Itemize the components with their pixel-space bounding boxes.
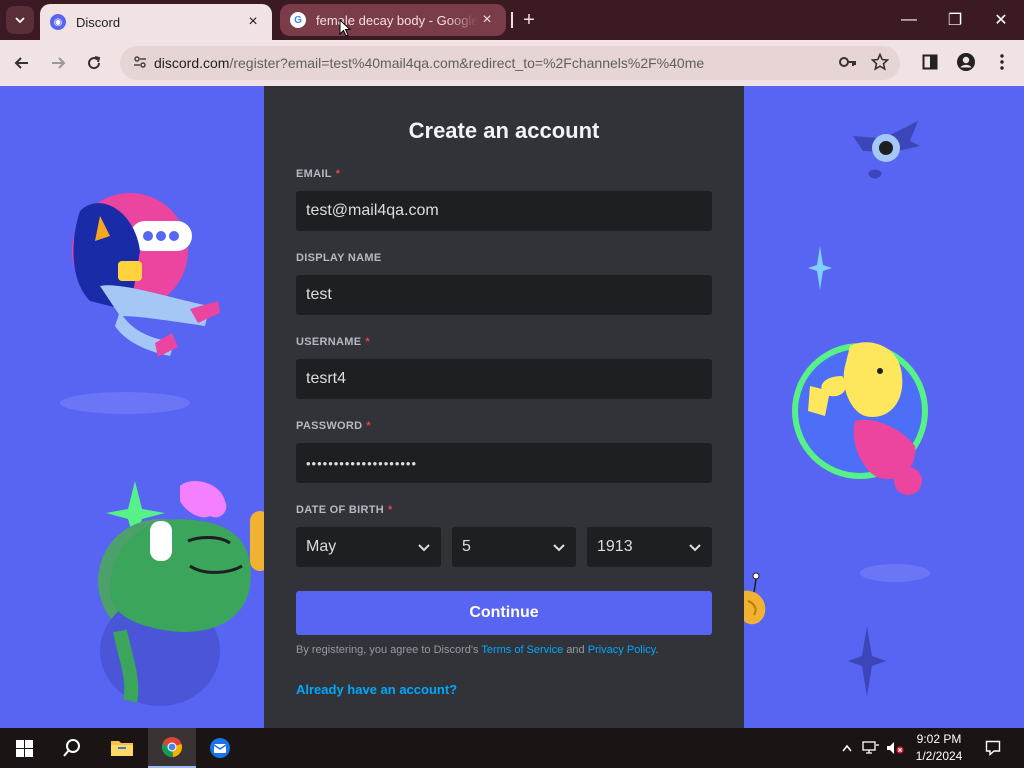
url-text[interactable]: discord.com/register?email=test%40mail4q… [154, 55, 900, 71]
close-tab-icon[interactable]: × [478, 11, 496, 29]
reload-button[interactable] [79, 48, 109, 78]
site-info-icon[interactable] [126, 54, 154, 73]
chevron-down-icon [553, 544, 565, 552]
profile-avatar-icon[interactable] [952, 48, 980, 76]
chevron-down-icon [418, 544, 430, 552]
cloud-decoration [860, 564, 930, 582]
search-icon [63, 739, 80, 757]
chevron-down-icon [689, 544, 701, 552]
discord-register-page: Create an account EMAIL * test@mail4qa.co… [0, 86, 1024, 728]
clock-time: 9:02 PM [916, 732, 962, 746]
browser-toolbar: discord.com/register?email=test%40mail4q… [0, 40, 1024, 86]
email-label-text: EMAIL [296, 168, 332, 180]
url-path: /register?email=test%40mail4qa.com&redir… [229, 55, 705, 71]
dob-month-value: May [306, 538, 337, 555]
privacy-policy-link[interactable]: Privacy Policy [588, 644, 656, 656]
terms-and: and [566, 644, 585, 656]
page-title: Create an account [408, 118, 600, 143]
username-label-text: USERNAME [296, 336, 362, 348]
notification-icon [985, 740, 1001, 756]
back-arrow-icon [14, 57, 28, 69]
address-bar[interactable]: discord.com/register?email=test%40mail4q… [120, 46, 900, 80]
volume-muted-icon[interactable] [884, 728, 906, 768]
email-label: EMAIL * [296, 168, 340, 180]
forward-button[interactable] [43, 48, 73, 78]
terms-suffix: . [655, 644, 659, 656]
password-key-icon[interactable] [834, 48, 862, 76]
close-window-button[interactable]: ✕ [978, 0, 1024, 40]
dob-label: DATE OF BIRTH * [296, 504, 393, 516]
password-label-text: PASSWORD [296, 420, 363, 432]
terms-of-service-link[interactable]: Terms of Service [481, 644, 563, 656]
chrome-taskbar-button[interactable] [148, 728, 196, 768]
tab-search-button[interactable] [6, 6, 34, 34]
mouse-cursor-icon [339, 19, 351, 37]
taskbar-clock[interactable]: 9:02 PM 1/2/2024 [906, 731, 972, 765]
more-menu-icon[interactable] [988, 48, 1016, 76]
dob-day-select[interactable]: 5 [452, 527, 576, 567]
windows-taskbar: 9:02 PM 1/2/2024 [0, 728, 1024, 768]
thunderbird-icon [210, 738, 230, 758]
login-link[interactable]: Already have an account? [296, 682, 457, 697]
tab-google-search[interactable]: G female decay body - Google Search × [280, 4, 506, 36]
display-name-label: DISPLAY NAME [296, 252, 382, 264]
network-icon[interactable] [860, 728, 882, 768]
google-favicon-icon: G [290, 12, 306, 28]
required-asterisk: * [365, 336, 370, 348]
dob-label-text: DATE OF BIRTH [296, 504, 385, 516]
sparkle-icon [848, 626, 886, 696]
username-label: USERNAME * [296, 336, 370, 348]
chrome-icon [162, 737, 182, 758]
new-tab-button[interactable]: + [516, 7, 542, 33]
thunderbird-taskbar-button[interactable] [196, 728, 244, 768]
yellow-creature-illustration [792, 342, 928, 495]
file-explorer-button[interactable] [98, 728, 146, 768]
continue-button[interactable]: Continue [296, 591, 712, 635]
bookmark-star-icon[interactable] [866, 48, 894, 76]
close-tab-icon[interactable]: × [244, 13, 262, 31]
girl-with-phone-illustration [72, 193, 220, 357]
terms-prefix: By registering, you agree to Discord's [296, 644, 479, 656]
terms-text: By registering, you agree to Discord's T… [296, 644, 712, 656]
snail-creature-illustration [744, 572, 766, 625]
search-button[interactable] [48, 728, 96, 768]
reload-icon [88, 56, 101, 70]
password-label: PASSWORD * [296, 420, 371, 432]
email-field[interactable]: test@mail4qa.com [296, 191, 712, 231]
minimize-button[interactable]: — [886, 0, 932, 40]
tab-discord[interactable]: ◉ Discord × [40, 4, 272, 40]
green-creature-illustration [98, 481, 270, 706]
dob-year-select[interactable]: 1913 [587, 527, 712, 567]
display-name-field[interactable]: test [296, 275, 712, 315]
password-field[interactable]: •••••••••••••••••••• [296, 443, 712, 483]
url-host: discord.com [154, 55, 230, 71]
chevron-down-icon [15, 17, 25, 24]
required-asterisk: * [335, 168, 341, 180]
folder-icon [111, 741, 133, 756]
tray-overflow-icon[interactable] [838, 728, 856, 768]
browser-tab-bar: ◉ Discord × G female decay body - Google… [0, 0, 1024, 40]
dob-year-value: 1913 [597, 538, 633, 555]
clock-date: 1/2/2024 [915, 749, 963, 763]
bat-creature-illustration [853, 121, 920, 179]
discord-favicon-icon: ◉ [50, 14, 66, 30]
notifications-button[interactable] [976, 728, 1010, 768]
required-asterisk: * [366, 420, 371, 432]
restore-button[interactable]: ❐ [932, 0, 978, 40]
forward-arrow-icon [52, 57, 66, 69]
start-button[interactable] [0, 728, 48, 768]
username-field[interactable]: tesrt4 [296, 359, 712, 399]
tab-title: Discord [76, 14, 121, 30]
sparkle-icon [808, 246, 832, 290]
back-button[interactable] [7, 48, 37, 78]
side-panel-icon[interactable] [916, 48, 944, 76]
dob-month-select[interactable]: May [296, 527, 441, 567]
required-asterisk: * [388, 504, 393, 516]
cloud-decoration [60, 392, 190, 414]
windows-logo-icon [15, 739, 33, 757]
register-card: Create an account EMAIL * test@mail4qa.co… [264, 86, 744, 728]
tab-separator [511, 12, 513, 28]
dob-day-value: 5 [462, 538, 471, 555]
